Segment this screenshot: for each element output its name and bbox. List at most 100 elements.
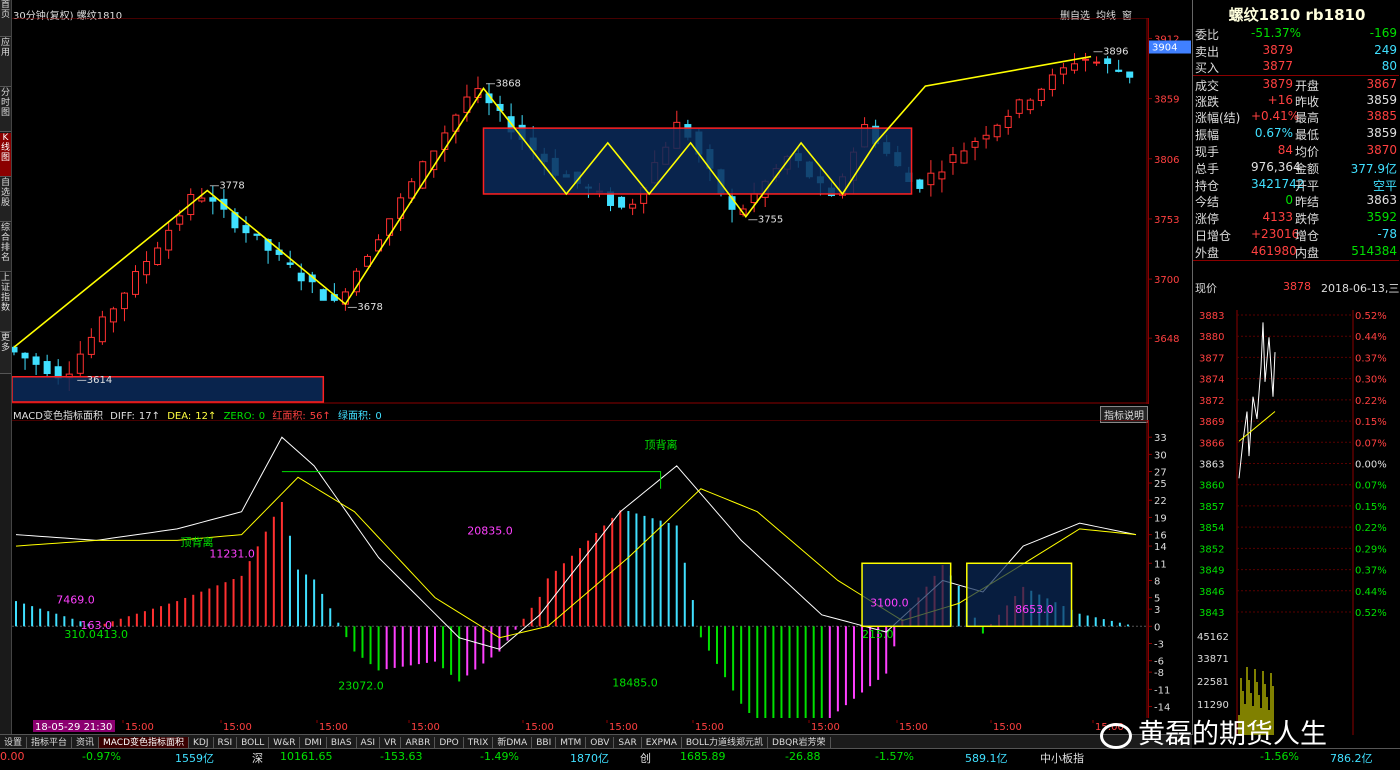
sidebar-item-5[interactable]: 综合排名 [0,223,11,272]
indicator-tab-19[interactable]: SAR [614,737,642,748]
quote-l2: 均价 [1295,145,1320,159]
macd-tick-label: -8 [1154,668,1164,679]
indicator-tab-7[interactable]: W&R [269,737,301,748]
indicator-tab-15[interactable]: 新DMA [493,737,533,748]
candle-body [242,225,250,234]
status-item-0: 0.00 [0,750,25,763]
candle-body [1048,74,1056,90]
mini-pct-label: 0.44% [1355,332,1387,343]
candle-body [971,140,979,148]
quote-l1: 成交 [1195,79,1220,93]
indicator-tab-8[interactable]: DMI [300,737,327,748]
indicator-tab-3[interactable]: MACD变色指标面积 [99,737,190,748]
indicator-tab-22[interactable]: DBQR岩芳荣 [768,737,831,748]
mini-vol-label: 22581 [1197,677,1229,688]
indicator-tab-12[interactable]: ARBR [401,737,436,748]
status-item-5: -153.63 [380,750,423,763]
status-item-4: 10161.65 [280,750,333,763]
macd-annotation-9: 18485.0 [612,676,658,689]
indicator-tab-6[interactable]: BOLL [237,737,270,748]
macd-tick-label: 14 [1154,542,1167,553]
indicator-tab-17[interactable]: MTM [556,737,587,748]
indicator-tab-11[interactable]: VR [380,737,402,748]
quote-v1: +0.41% [1251,109,1300,123]
macd-tick-label: 11 [1154,559,1167,570]
macd-annotation-10: 3100.0 [870,596,909,609]
mini-pct-label: 0.07% [1355,481,1387,492]
mini-pct-label: 0.29% [1355,544,1387,555]
time-tick-label: 15:00 [223,722,252,733]
quote-l2: 昨结 [1295,195,1320,209]
sidebar-item-6[interactable]: 上证指数 [0,273,11,332]
status-item-15: 786.2亿 [1330,752,1373,765]
candle-body [1082,58,1090,61]
sidebar-item-0[interactable]: 首页 [0,0,11,37]
indicator-tab-9[interactable]: BIAS [327,737,357,748]
quote-l2: 增仓 [1295,229,1320,243]
quote-row: 日增仓 +23016 增仓 -78 [1193,227,1399,243]
indicator-tab-14[interactable]: TRIX [464,737,494,748]
quote-v1: -51.37% [1251,26,1302,40]
indicator-tab-21[interactable]: BOLL力道线郑元凯 [682,737,769,748]
quote-divider [1193,75,1399,76]
indicator-tabs: 设置 指标平台 资讯 MACD变色指标面积 KDJ RSI BOLL W&R DMI BIAS AS… [0,734,1192,748]
indicator-tab-1[interactable]: 指标平台 [27,737,73,748]
intraday-mini-chart[interactable]: 3883 0.52% 3880 0.44% 3877 0.37% 3874 0.30% 3872… [1193,310,1400,735]
zigzag-trendline [13,55,1092,348]
candlestick-chart[interactable]: —3614 —3778 —3678 —3868 —3755 —3896 [12,18,1148,404]
quote-row: 总手 976,364 金额 377.9亿 [1193,160,1399,176]
candle-body [132,271,140,295]
sidebar-item-2[interactable]: 分时图 [0,88,11,132]
mini-pct-label: 0.15% [1355,417,1387,428]
quote-row: 振幅 0.67% 最低 3859 [1193,126,1399,142]
mini-pct-label: 0.30% [1355,375,1387,386]
pivot-label-high: —3896 [1093,47,1128,58]
quote-row: 涨停 4133 跌停 3592 [1193,210,1399,226]
candle-body [441,132,449,150]
macd-tick-label: -11 [1154,685,1170,696]
sidebar-item-7[interactable]: 更多 [0,333,11,374]
quote-v2: 3885 [1366,109,1397,123]
indicator-tab-0[interactable]: 设置 [0,737,28,748]
quote-l1: 振幅 [1195,128,1220,142]
mini-price-line [1238,322,1276,479]
indicator-tab-4[interactable]: KDJ [189,737,214,748]
pivot-label-low: —3614 [77,375,112,386]
mini-price-label: 3877 [1199,353,1224,364]
sidebar-item-1[interactable]: 应用 [0,38,11,87]
candle-body [927,172,935,186]
quote-v2: 空平 [1372,179,1397,193]
now-price-label: 现价 [1195,282,1217,295]
candle-body [938,171,946,180]
candle-body [1093,61,1101,64]
candle-body [1004,115,1012,128]
market-status-bar: 0.00 -0.97% 1559亿 深 10161.65 -153.63 -1.49% 187… [0,748,1400,770]
candle-body [916,179,924,189]
status-item-13: 中小板指 [1040,752,1084,765]
quote-row: 涨跌 +16 昨收 3859 [1193,93,1399,109]
indicator-tab-20[interactable]: EXPMA [642,737,682,748]
indicator-tab-2[interactable]: 资讯 [72,737,100,748]
sidebar-item-4[interactable]: 自选股 [0,178,11,222]
mini-price-label: 3852 [1199,544,1224,555]
mini-price-label: 3883 [1199,311,1224,322]
indicator-tab-18[interactable]: OBV [586,737,615,748]
indicator-tab-5[interactable]: RSI [214,737,238,748]
indicator-tab-10[interactable]: ASI [357,737,381,748]
candle-body [120,292,128,310]
indicator-tab-13[interactable]: DPO [435,737,464,748]
time-tick-label: 15:00 [525,722,554,733]
macd-tick-label: 33 [1154,433,1167,444]
indicator-tab-16[interactable]: BBI [532,737,557,748]
quote-l2: 开盘 [1295,79,1320,93]
time-axis: 18-05-29 21:30 15:00 15:00 15:00 15:00 15:00 1… [33,720,1124,733]
macd-chart[interactable]: 顶背离顶背离7469.0310.0 413.0163.011231.023072.… [12,420,1148,718]
time-tick-label: 15:00 [899,722,928,733]
mini-price-label: 3874 [1199,375,1224,386]
candle-body [982,134,990,140]
candle-body [253,233,261,236]
candle-body [1104,58,1112,64]
candle-body [297,272,305,282]
sidebar-item-3[interactable]: K线图 [0,133,11,177]
status-item-7: 1870亿 [570,752,609,765]
